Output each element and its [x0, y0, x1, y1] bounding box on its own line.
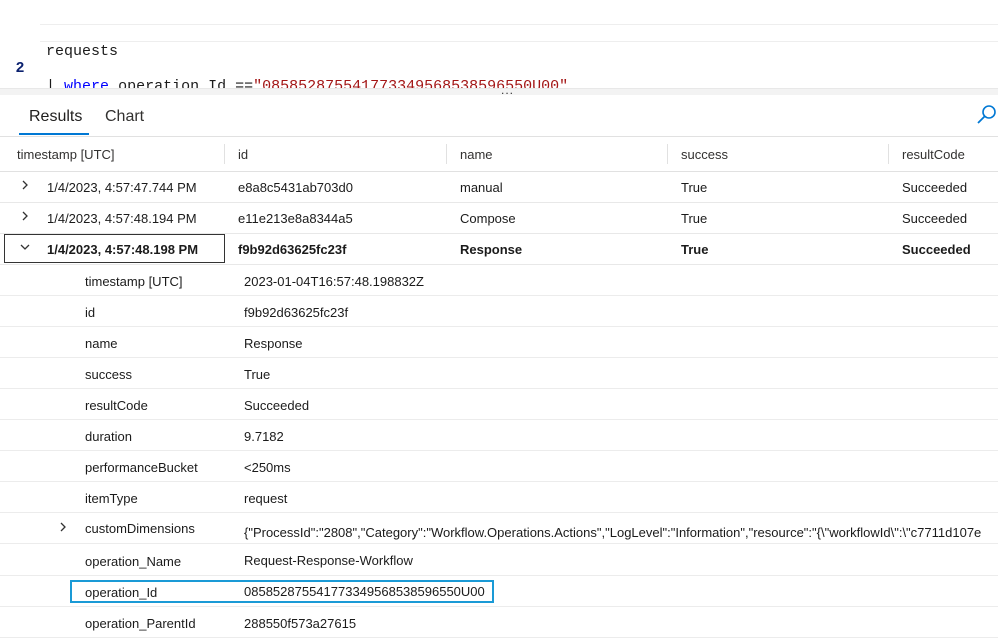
focused-cell-outline — [4, 234, 225, 263]
detail-key: operation_ParentId — [85, 616, 196, 631]
splitter-grip-icon[interactable]: ... — [501, 83, 514, 97]
detail-row[interactable]: performanceBucket <250ms — [0, 451, 998, 482]
column-divider[interactable] — [888, 144, 889, 164]
column-divider[interactable] — [224, 144, 225, 164]
results-tabs: Results Chart — [0, 100, 998, 137]
detail-key: performanceBucket — [85, 460, 198, 475]
detail-key: success — [85, 367, 132, 382]
search-icon[interactable] — [976, 104, 998, 126]
detail-value: request — [244, 491, 288, 506]
detail-key: timestamp [UTC] — [85, 274, 183, 289]
cell-resultcode: Succeeded — [902, 180, 968, 195]
detail-value: Response — [244, 336, 303, 351]
column-header-name[interactable]: name — [460, 147, 493, 162]
detail-row[interactable]: timestamp [UTC] 2023-01-04T16:57:48.1988… — [0, 265, 998, 296]
cell-timestamp: 1/4/2023, 4:57:47.744 PM — [47, 180, 197, 195]
detail-key: id — [85, 305, 96, 320]
detail-row[interactable]: customDimensions {"ProcessId":"2808","Ca… — [0, 513, 998, 544]
detail-value: {"ProcessId":"2808","Category":"Workflow… — [244, 525, 982, 540]
detail-key: itemType — [85, 491, 138, 506]
cell-resultcode: Succeeded — [902, 211, 968, 226]
detail-row[interactable]: operation_Name Request-Response-Workflow — [0, 545, 998, 576]
detail-row[interactable]: resultCode Succeeded — [0, 389, 998, 420]
line-number: 2 — [15, 60, 25, 77]
detail-value: True — [244, 367, 271, 382]
detail-value: <250ms — [244, 460, 291, 475]
detail-value: 9.7182 — [244, 429, 284, 444]
cell-id: e11e213e8a8344a5 — [238, 211, 353, 226]
code-line-1[interactable]: 1 requests — [0, 7, 998, 60]
grid-header: timestamp [UTC] id name success resultCo… — [0, 137, 998, 172]
table-row[interactable]: 1/4/2023, 4:57:47.744 PM e8a8c5431ab703d… — [0, 172, 998, 203]
cell-success: True — [681, 211, 708, 226]
code-text: requests — [46, 43, 119, 60]
chevron-right-icon[interactable] — [18, 178, 32, 192]
detail-value: f9b92d63625fc23f — [244, 305, 349, 320]
operation-id-highlight — [70, 580, 494, 603]
detail-row[interactable]: operation_ParentId 288550f573a27615 — [0, 607, 998, 638]
detail-key: name — [85, 336, 118, 351]
cell-success: True — [681, 180, 708, 195]
detail-row[interactable]: name Response — [0, 327, 998, 358]
column-header-timestamp[interactable]: timestamp [UTC] — [17, 147, 115, 162]
cell-name: Compose — [460, 211, 516, 226]
detail-value: 288550f573a27615 — [244, 616, 357, 631]
chevron-right-icon[interactable] — [18, 209, 32, 223]
column-header-success[interactable]: success — [681, 147, 728, 162]
detail-key: resultCode — [85, 398, 148, 413]
active-tab-indicator — [19, 133, 89, 135]
cell-id: f9b92d63625fc23f — [238, 242, 347, 257]
table-row[interactable]: 1/4/2023, 4:57:48.194 PM e11e213e8a8344a… — [0, 203, 998, 234]
detail-row[interactable]: id f9b92d63625fc23f — [0, 296, 998, 327]
query-editor[interactable]: 1 requests 2 | where operation_Id =="085… — [0, 0, 998, 95]
detail-value: Succeeded — [244, 398, 310, 413]
detail-value: Request-Response-Workflow — [244, 553, 413, 568]
detail-key: customDimensions — [85, 521, 195, 536]
code-line-2[interactable]: 2 | where operation_Id =="08585287554177… — [0, 24, 998, 95]
column-header-id[interactable]: id — [238, 147, 248, 162]
column-divider[interactable] — [446, 144, 447, 164]
tab-chart[interactable]: Chart — [105, 108, 144, 126]
detail-value: 2023-01-04T16:57:48.198832Z — [244, 274, 424, 289]
cell-timestamp: 1/4/2023, 4:57:48.194 PM — [47, 211, 197, 226]
detail-row[interactable]: duration 9.7182 — [0, 420, 998, 451]
tab-results[interactable]: Results — [29, 108, 82, 126]
detail-row[interactable]: itemType request — [0, 482, 998, 513]
column-header-resultcode[interactable]: resultCode — [902, 147, 965, 162]
cell-name: Response — [460, 242, 523, 257]
column-divider[interactable] — [667, 144, 668, 164]
pane-splitter[interactable] — [0, 88, 998, 95]
detail-key: duration — [85, 429, 132, 444]
detail-row[interactable]: success True — [0, 358, 998, 389]
detail-key: operation_Name — [85, 554, 182, 569]
chevron-right-icon[interactable] — [56, 520, 70, 534]
cell-success: True — [681, 242, 709, 257]
current-line-highlight — [40, 24, 998, 42]
cell-name: manual — [460, 180, 503, 195]
cell-id: e8a8c5431ab703d0 — [238, 180, 353, 195]
cell-resultcode: Succeeded — [902, 242, 971, 257]
